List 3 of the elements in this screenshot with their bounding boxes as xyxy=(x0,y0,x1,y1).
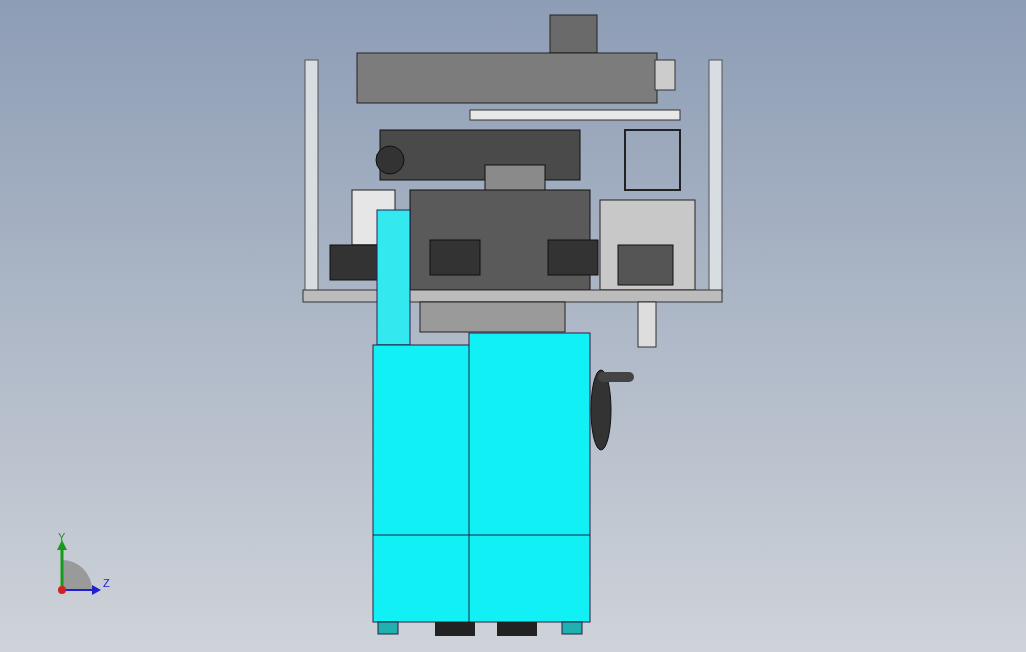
axis-label: Y xyxy=(58,531,66,543)
axis-triad-icon xyxy=(57,540,101,595)
axis-label: Z xyxy=(103,577,110,589)
